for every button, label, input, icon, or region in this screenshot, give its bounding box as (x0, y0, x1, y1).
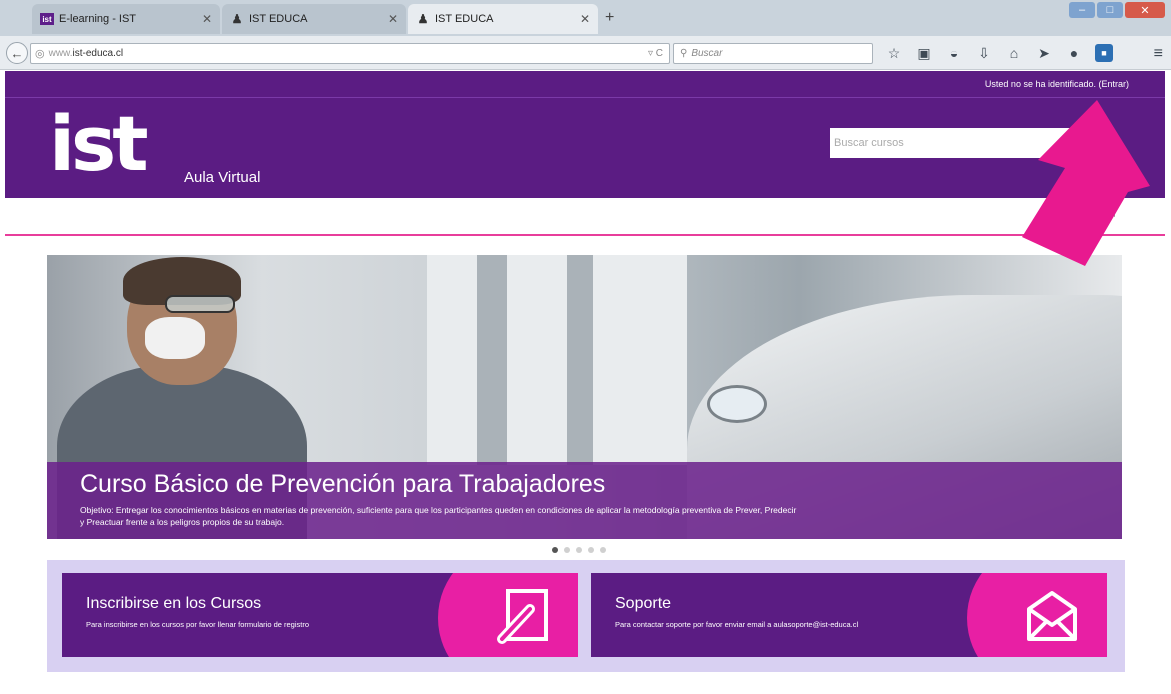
slider-dot[interactable] (552, 547, 558, 553)
reload-icon[interactable]: ▿ C (648, 48, 663, 59)
minimize-icon[interactable]: – (1069, 2, 1095, 18)
info-cards: Inscribirse en los Cursos Para inscribir… (47, 560, 1125, 672)
enroll-card[interactable]: Inscribirse en los Cursos Para inscribir… (62, 573, 578, 657)
tab-label: E-learning - IST (59, 13, 137, 25)
search-icon: ⚲ (680, 48, 688, 59)
hero-worker (165, 295, 235, 313)
home-icon[interactable]: ⌂ (1005, 44, 1023, 62)
ist-logo[interactable]: ist (49, 98, 149, 190)
close-icon[interactable]: ✕ (580, 12, 590, 26)
browser-tab-bar: ist E-learning - IST ✕ ♟ IST EDUCA ✕ ♟ I… (0, 0, 1171, 36)
menu-icon[interactable]: ≡ (1154, 45, 1163, 63)
back-arrow-icon[interactable]: ← (6, 42, 28, 64)
hero-background (427, 255, 687, 465)
tab-elearning[interactable]: ist E-learning - IST ✕ (32, 4, 220, 34)
browser-nav-bar: ← ◎ www. ist-educa.cl ▿ C ⚲ Buscar ☆ ▣ ◒ … (0, 36, 1171, 70)
slider-dot[interactable] (564, 547, 570, 553)
browser-search-placeholder: Buscar (691, 48, 723, 59)
clipboard-icon[interactable]: ▣ (915, 44, 933, 62)
send-icon[interactable]: ➤ (1035, 44, 1053, 62)
tab-ist-educa-1[interactable]: ♟ IST EDUCA ✕ (222, 4, 406, 34)
tab-ist-educa-2[interactable]: ♟ IST EDUCA ✕ (408, 4, 598, 34)
slider-dot[interactable] (588, 547, 594, 553)
nav-band: ⤢ (5, 198, 1165, 236)
card-description: Para inscribirse en los cursos por favor… (86, 620, 310, 629)
new-tab-button[interactable]: + (605, 9, 614, 27)
globe-icon: ◎ (35, 48, 45, 60)
expand-icon[interactable]: ⤢ (1105, 210, 1115, 226)
hero-background (477, 255, 507, 465)
pocket-icon[interactable]: ◒ (945, 44, 963, 62)
tab-label: IST EDUCA (435, 13, 494, 25)
hero-car (707, 385, 767, 423)
card-description: Para contactar soporte por favor enviar … (615, 620, 859, 629)
close-icon[interactable]: ✕ (202, 12, 212, 26)
notification-icon[interactable]: ■ (1095, 44, 1113, 62)
download-icon[interactable]: ⇩ (975, 44, 993, 62)
hero-background (567, 255, 593, 465)
hero-description: Objetivo: Entregar los conocimientos bás… (80, 505, 797, 527)
card-title: Inscribirse en los Cursos (86, 595, 262, 612)
tab-label: IST EDUCA (249, 13, 308, 25)
login-link[interactable]: Usted no se ha identificado. (Entrar) (985, 79, 1129, 89)
envelope-icon (1023, 587, 1081, 645)
ist-favicon-icon: ist (40, 13, 54, 25)
hero-title: Curso Básico de Prevención para Trabajad… (80, 470, 606, 498)
site-header: ist Aula Virtual (5, 98, 1165, 198)
url-domain: ist-educa.cl (72, 48, 124, 59)
slider-dot[interactable] (576, 547, 582, 553)
card-title: Soporte (615, 595, 672, 612)
hero-caption: Curso Básico de Prevención para Trabajad… (47, 462, 1122, 539)
window-controls: – □ ✕ (1069, 2, 1165, 18)
maximize-icon[interactable]: □ (1097, 2, 1123, 18)
browser-search-input[interactable]: ⚲ Buscar (673, 43, 873, 64)
page-content: Usted no se ha identificado. (Entrar) is… (5, 71, 1165, 694)
site-subtitle: Aula Virtual (184, 169, 261, 186)
slider-dots (552, 547, 606, 553)
login-strip: Usted no se ha identificado. (Entrar) (5, 71, 1165, 98)
star-icon[interactable]: ☆ (885, 44, 903, 62)
close-window-icon[interactable]: ✕ (1125, 2, 1165, 18)
hero-slider[interactable]: Curso Básico de Prevención para Trabajad… (47, 255, 1122, 539)
edit-document-icon (494, 587, 552, 645)
browser-toolbar: ☆ ▣ ◒ ⇩ ⌂ ➤ ● ■ (885, 44, 1113, 62)
slider-dot[interactable] (600, 547, 606, 553)
close-icon[interactable]: ✕ (388, 12, 398, 26)
user-icon: ♟ (231, 12, 243, 26)
hero-worker (145, 317, 205, 359)
support-card[interactable]: Soporte Para contactar soporte por favor… (591, 573, 1107, 657)
url-bar[interactable]: ◎ www. ist-educa.cl ▿ C (30, 43, 670, 64)
url-prefix: www. (48, 48, 73, 59)
user-icon: ♟ (417, 12, 429, 26)
chat-icon[interactable]: ● (1065, 44, 1083, 62)
search-courses-input[interactable] (830, 128, 1070, 158)
